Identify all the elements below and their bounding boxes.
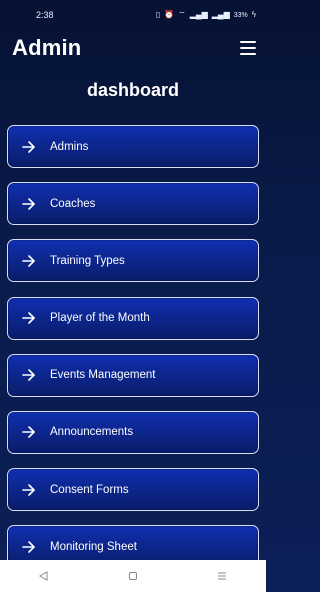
menu-item-training-types[interactable]: Training Types (7, 239, 259, 283)
back-icon[interactable] (34, 566, 54, 586)
arrow-right-icon (22, 482, 38, 498)
app-title: Admin (12, 35, 82, 60)
menu-item-label: Consent Forms (50, 483, 129, 496)
menu-item-label: Monitoring Sheet (50, 540, 137, 553)
app-bar: Admin (0, 30, 266, 66)
menu-item-coaches[interactable]: Coaches (7, 182, 259, 226)
wifi-icon: ⌔ (178, 10, 186, 19)
menu-item-label: Player of the Month (50, 312, 150, 325)
arrow-right-icon (22, 367, 38, 383)
system-nav-bar (0, 560, 266, 592)
battery-percent: 33% (233, 11, 248, 19)
menu-item-label: Announcements (50, 426, 134, 439)
vibrate-icon: ▯ (155, 10, 161, 19)
arrow-right-icon (22, 424, 38, 440)
arrow-right-icon (22, 310, 38, 326)
menu-item-label: Training Types (50, 254, 125, 267)
hamburger-menu-icon[interactable] (240, 40, 256, 56)
menu-item-admins[interactable]: Admins (7, 125, 259, 168)
menu-item-announcements[interactable]: Announcements (7, 410, 259, 454)
menu-item-player-of-the-month[interactable]: Player of the Month (7, 296, 259, 340)
menu-item-label: Coaches (50, 197, 96, 210)
signal-icon: ▂▄▆ (189, 10, 208, 19)
arrow-right-icon (22, 196, 38, 212)
menu-item-events-management[interactable]: Events Management (7, 353, 259, 397)
recents-icon[interactable] (212, 566, 232, 586)
home-icon[interactable] (123, 566, 143, 586)
arrow-right-icon (22, 139, 38, 155)
dashboard-menu: Admins Coaches Training Types Player of the… (7, 125, 259, 583)
arrow-right-icon (22, 253, 38, 269)
menu-item-label: Events Management (50, 369, 156, 382)
status-time: 2:38 (36, 10, 54, 20)
charging-icon: ϟ (251, 10, 256, 19)
arrow-right-icon (22, 539, 38, 555)
status-icons: ▯ ⏰ ⌔ ▂▄▆ ▂▄▆ 33% ϟ (156, 11, 256, 19)
signal-icon-2: ▂▄▆ (211, 10, 230, 19)
menu-item-label: Admins (50, 140, 89, 153)
menu-item-consent-forms[interactable]: Consent Forms (7, 468, 259, 512)
status-bar: 2:38 ▯ ⏰ ⌔ ▂▄▆ ▂▄▆ 33% ϟ (0, 0, 266, 30)
page-title: dashboard (86, 80, 179, 100)
alarm-icon: ⏰ (164, 10, 175, 19)
